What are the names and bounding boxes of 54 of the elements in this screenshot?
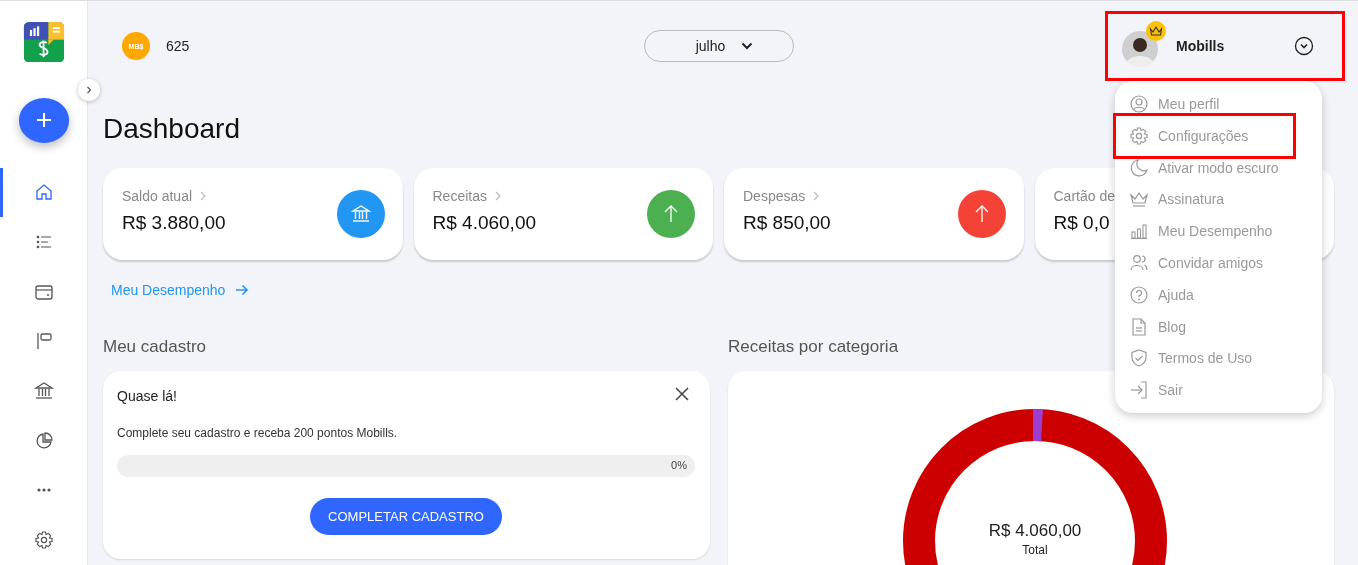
- menu-item[interactable]: Termos de Uso: [1113, 342, 1296, 375]
- summary-card[interactable]: Receitas R$ 4.060,00: [413, 168, 713, 260]
- section-title: Receitas por categoria: [728, 337, 900, 357]
- card-amount: R$ 3.880,00: [122, 212, 226, 234]
- menu-item[interactable]: Configurações: [1113, 112, 1296, 159]
- chevron-right-icon: [813, 191, 820, 201]
- shield-icon: [1129, 348, 1149, 369]
- card-label: Receitas: [432, 188, 487, 204]
- card-amount: R$ 4.060,00: [432, 212, 537, 234]
- bar-chart-icon: [1129, 221, 1149, 242]
- menu-item[interactable]: Meu Desempenho: [1113, 215, 1296, 248]
- menu-item[interactable]: Blog: [1113, 310, 1296, 343]
- menu-item[interactable]: Ajuda: [1113, 279, 1296, 311]
- registration-text: Complete seu cadastro e receba 200 pontos Mobills.: [117, 426, 399, 440]
- arrow-right-icon: [235, 283, 250, 297]
- progress-percent: 0%: [671, 459, 687, 471]
- moon-icon: [1129, 157, 1149, 178]
- menu-item[interactable]: Assinatura: [1113, 183, 1296, 216]
- help-icon: [1129, 284, 1149, 305]
- chevron-right-icon: [494, 191, 501, 201]
- expand-button[interactable]: [78, 79, 100, 101]
- chart-total-label: Total: [1022, 543, 1048, 557]
- document-icon: [1129, 316, 1149, 337]
- card-label: Saldo atual: [122, 188, 193, 204]
- chevron-right-icon: [84, 85, 94, 95]
- logout-icon: [1129, 380, 1149, 401]
- complete-button[interactable]: COMPLETAR CADASTRO: [310, 498, 502, 535]
- bank-icon: [33, 381, 54, 402]
- summary-card[interactable]: Saldo atual R$ 3.880,00: [103, 168, 403, 260]
- close-icon: [675, 387, 689, 401]
- pie-chart-icon: [33, 430, 54, 451]
- card-label: Despesas: [743, 188, 806, 204]
- page-title: Dashboard: [103, 112, 240, 146]
- home-icon: [33, 182, 54, 203]
- menu-item[interactable]: Convidar amigos: [1113, 247, 1296, 279]
- card-title: Quase lá!: [117, 387, 177, 404]
- performance-link[interactable]: Meu Desempenho: [111, 280, 250, 300]
- points-count: 625: [166, 38, 190, 54]
- summary-card[interactable]: Despesas R$ 850,00: [724, 168, 1024, 260]
- caret-icon: [741, 42, 754, 50]
- user-icon: [1129, 93, 1149, 114]
- chevron-down-icon: [1294, 36, 1314, 56]
- section-title: Meu cadastro: [103, 337, 207, 357]
- card-amount: R$ 0,0: [1053, 212, 1110, 234]
- add-button[interactable]: [18, 98, 69, 143]
- chart-total: R$ 4.060,00: [988, 521, 1082, 541]
- plus-icon: [35, 112, 52, 129]
- settings-icon: [33, 530, 54, 551]
- card-amount: R$ 850,00: [743, 212, 831, 234]
- settings-icon: [1129, 125, 1149, 146]
- card-label: Cartão de: [1053, 188, 1115, 204]
- avatar: [1122, 21, 1168, 67]
- chevron-right-icon: [200, 191, 207, 201]
- menu-item[interactable]: Sair: [1113, 374, 1296, 407]
